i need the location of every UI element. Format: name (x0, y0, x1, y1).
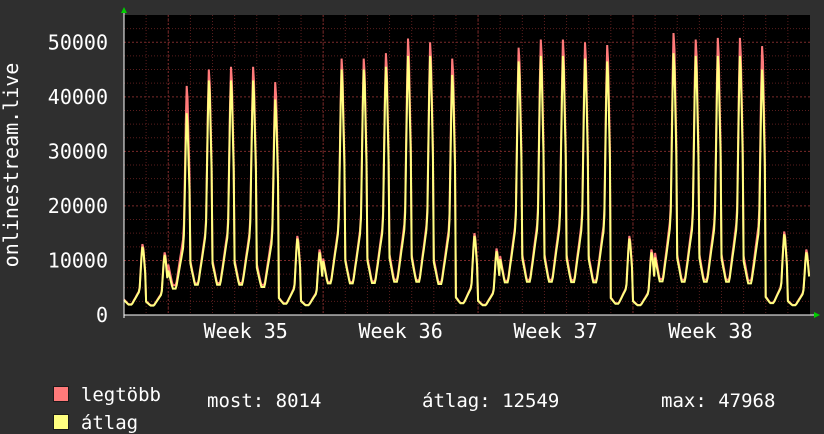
x-tick-label: Week 35 (204, 319, 288, 343)
x-tick-label: Week 37 (513, 319, 597, 343)
x-tick-label: Week 38 (668, 319, 752, 343)
y-tick-label: 30000 (48, 139, 108, 163)
x-axis-arrow (814, 312, 820, 318)
y-axis-arrow (121, 7, 127, 13)
y-tick-label: 20000 (48, 194, 108, 218)
stat-current: most: 8014 (207, 390, 322, 412)
y-axis: 0 10000 20000 30000 40000 50000 (48, 30, 108, 327)
stat-average: átlag: 12549 (422, 390, 560, 412)
y-tick-label: 10000 (48, 248, 108, 272)
stat-max: max: 47968 (661, 390, 776, 412)
x-tick-label: Week 36 (358, 319, 442, 343)
y-tick-label: 0 (96, 303, 108, 327)
x-axis: Week 35 Week 36 Week 37 Week 38 (204, 319, 753, 343)
legend-avg-label: átlag (80, 412, 139, 434)
legend-item-avg: átlag (30, 390, 138, 434)
y-tick-label: 50000 (48, 30, 108, 54)
y-axis-label: onlinestream.live (0, 63, 23, 268)
y-tick-label: 40000 (48, 85, 108, 109)
avg-swatch (52, 414, 69, 430)
